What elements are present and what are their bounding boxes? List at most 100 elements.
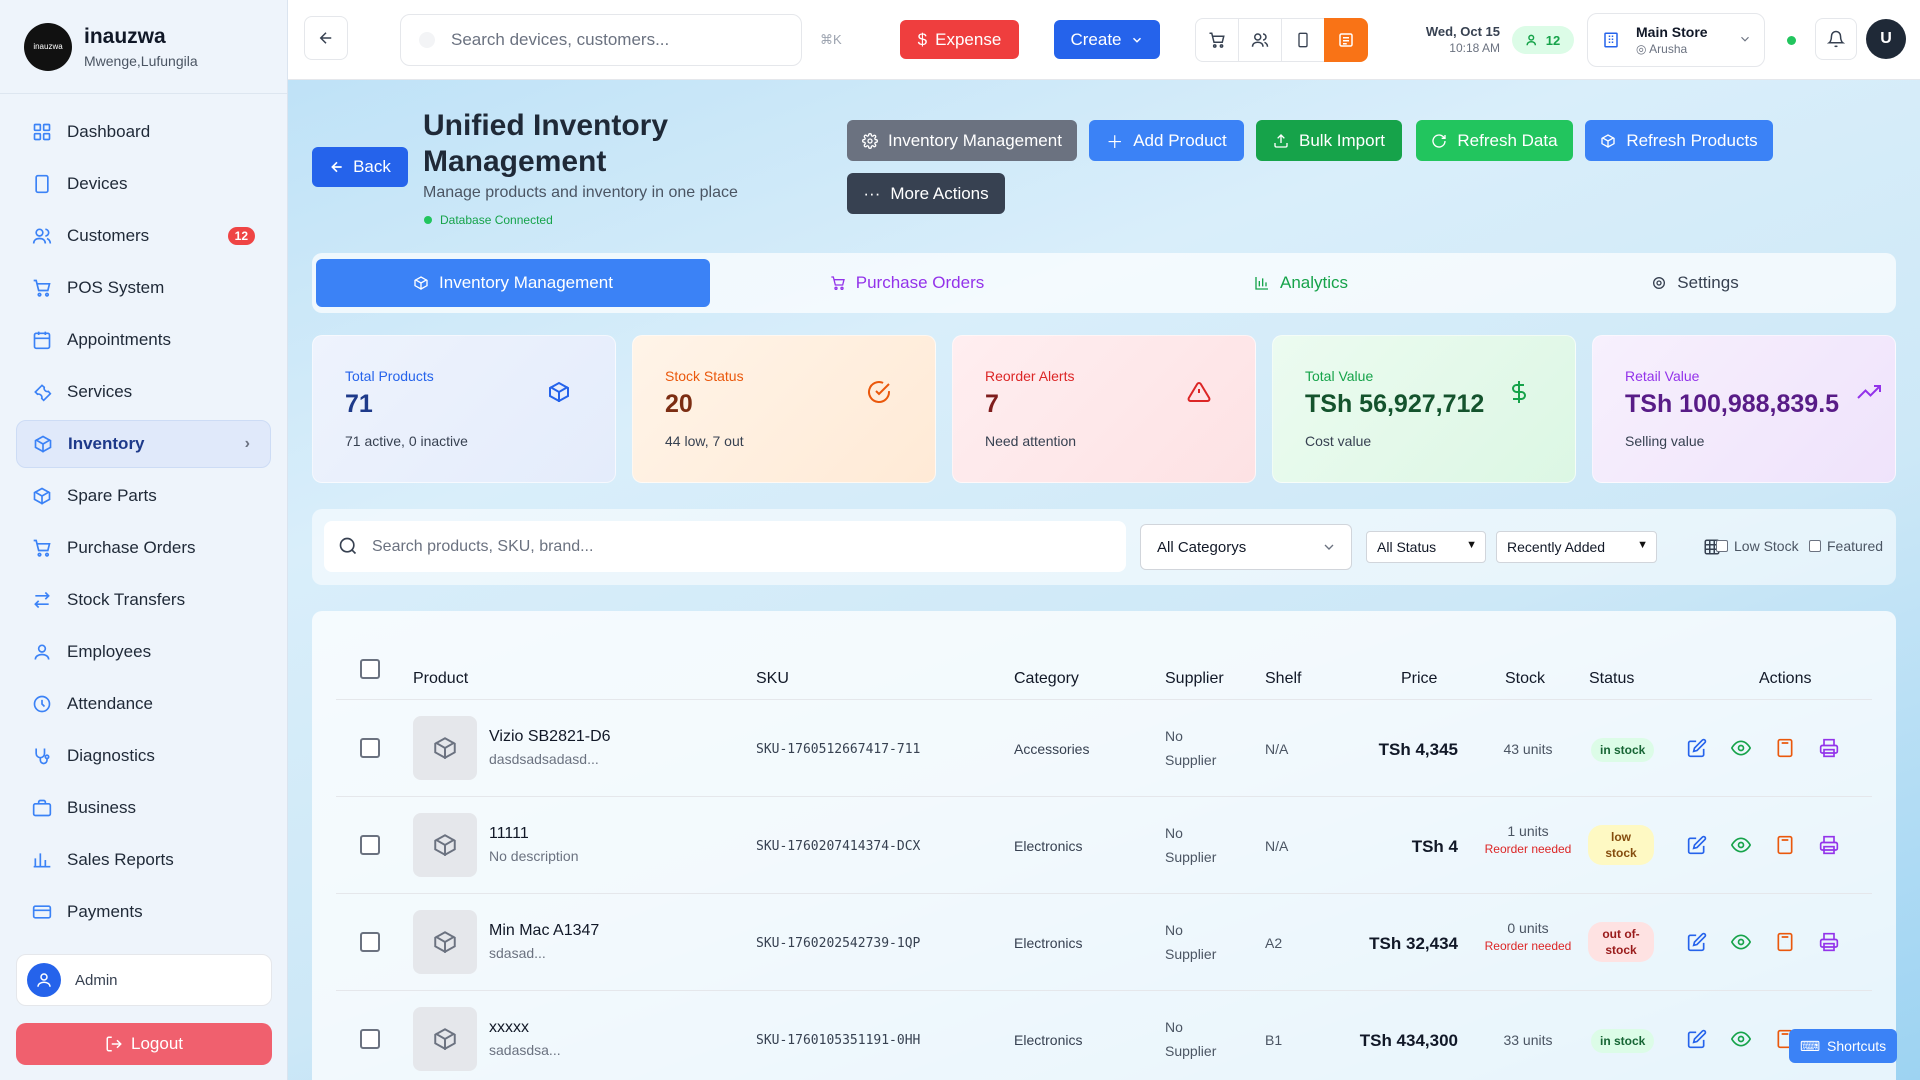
product-name[interactable]: xxxxx (489, 1019, 529, 1037)
stat-retail-value: Retail Value TSh 100,988,839.5 Selling v… (1592, 335, 1896, 483)
tab-settings[interactable]: Settings (1498, 259, 1892, 307)
edit-button[interactable] (1686, 834, 1708, 856)
select-all-checkbox[interactable] (360, 659, 380, 679)
logout-button[interactable]: Logout (16, 1023, 272, 1065)
sidebar-item-inventory[interactable]: Inventory › (16, 420, 271, 468)
sidebar: inauzwa inauzwa Mwenge,Lufungila Dashboa… (0, 0, 288, 1080)
row-checkbox[interactable] (360, 738, 380, 758)
product-name[interactable]: Min Mac A1347 (489, 922, 599, 940)
column-header-stock[interactable]: Stock (1505, 670, 1545, 688)
product-name[interactable]: Vizio SB2821-D6 (489, 728, 611, 746)
calculator-button[interactable] (1774, 931, 1796, 953)
column-header-shelf[interactable]: Shelf (1265, 670, 1301, 688)
view-button[interactable] (1730, 931, 1752, 953)
print-button[interactable] (1818, 737, 1840, 759)
status-select[interactable]: All Status ▼ (1366, 531, 1486, 563)
tab-purchase-orders[interactable]: Purchase Orders (710, 259, 1104, 307)
cart-icon (1209, 32, 1225, 48)
product-thumbnail (413, 813, 477, 877)
tab-analytics[interactable]: Analytics (1104, 259, 1498, 307)
refresh-data-button[interactable]: Refresh Data (1416, 120, 1573, 161)
stat-value: TSh 100,988,839.5 (1625, 390, 1840, 418)
edit-button[interactable] (1686, 1028, 1708, 1050)
product-supplier: No Supplier (1165, 728, 1217, 768)
brand-logo[interactable]: inauzwa (24, 22, 72, 71)
chevron-down-icon: ▼ (1466, 539, 1477, 551)
column-header-category[interactable]: Category (1014, 670, 1079, 688)
back-button[interactable]: Back (312, 147, 408, 187)
more-actions-label: More Actions (890, 183, 989, 203)
table-row[interactable]: 11111 No description SKU-1760207414374-D… (312, 797, 1896, 894)
calculator-button[interactable] (1774, 737, 1796, 759)
more-actions-button[interactable]: ··· More Actions (847, 173, 1005, 214)
column-header-sku[interactable]: SKU (756, 670, 789, 688)
table-row[interactable]: Min Mac A1347 sdasad... SKU-176020254273… (312, 894, 1896, 991)
phone-icon (1298, 32, 1308, 48)
product-name[interactable]: 11111 (489, 825, 529, 843)
cart-button[interactable] (1195, 18, 1239, 62)
featured-checkbox[interactable]: Featured (1809, 538, 1883, 554)
sidebar-item-employees[interactable]: Employees (16, 628, 271, 676)
print-button[interactable] (1818, 834, 1840, 856)
user-card[interactable]: Admin (16, 954, 272, 1006)
back-arrow-button[interactable] (304, 16, 348, 60)
sidebar-item-dashboard[interactable]: Dashboard (16, 108, 271, 156)
online-users-badge[interactable]: 12 (1512, 26, 1574, 54)
view-button[interactable] (1730, 834, 1752, 856)
column-header-status[interactable]: Status (1589, 670, 1634, 688)
user-icon (27, 963, 61, 997)
column-header-supplier[interactable]: Supplier (1165, 670, 1224, 688)
row-checkbox[interactable] (360, 835, 380, 855)
refresh-products-button[interactable]: Refresh Products (1585, 120, 1773, 161)
sidebar-item-pos-system[interactable]: POS System (16, 264, 271, 312)
sidebar-item-diagnostics[interactable]: Diagnostics (16, 732, 271, 780)
sidebar-item-business[interactable]: Business (16, 784, 271, 832)
register-button[interactable] (1324, 18, 1368, 62)
create-button[interactable]: Create (1054, 20, 1160, 59)
view-button[interactable] (1730, 737, 1752, 759)
user-avatar[interactable]: U (1866, 19, 1906, 59)
sidebar-item-stock-transfers[interactable]: Stock Transfers (16, 576, 271, 624)
sidebar-item-customers[interactable]: Customers 12 (16, 212, 271, 260)
notifications-button[interactable] (1815, 18, 1857, 60)
sidebar-item-payments[interactable]: Payments (16, 888, 271, 936)
expense-button[interactable]: $ Expense (900, 20, 1019, 59)
calculator-button[interactable] (1774, 834, 1796, 856)
column-header-price[interactable]: Price (1401, 670, 1437, 688)
row-checkbox[interactable] (360, 932, 380, 952)
shortcuts-button[interactable]: ⌨ Shortcuts (1789, 1029, 1897, 1063)
bulk-import-label: Bulk Import (1299, 130, 1385, 150)
devices-button[interactable] (1281, 18, 1325, 62)
sidebar-item-purchase-orders[interactable]: Purchase Orders (16, 524, 271, 572)
customers-button[interactable] (1238, 18, 1282, 62)
sort-select[interactable]: Recently Added ▼ (1496, 531, 1657, 563)
view-button[interactable] (1730, 1028, 1752, 1050)
sidebar-item-services[interactable]: Services (16, 368, 271, 416)
global-search-input[interactable]: Search devices, customers... (400, 14, 802, 66)
stat-total-value: Total Value TSh 56,927,712 Cost value (1272, 335, 1576, 483)
low-stock-checkbox[interactable]: Low Stock (1716, 538, 1799, 554)
edit-icon (1687, 932, 1707, 952)
add-product-button[interactable]: ＋ Add Product (1089, 120, 1244, 161)
table-row[interactable]: Vizio SB2821-D6 dasdsadsadasd... SKU-176… (312, 700, 1896, 797)
tab-inventory[interactable]: Inventory Management (316, 259, 710, 307)
inventory-management-button[interactable]: Inventory Management (847, 120, 1077, 161)
edit-button[interactable] (1686, 737, 1708, 759)
table-row[interactable]: xxxxx sadasdsa... SKU-1760105351191-0HH … (312, 991, 1896, 1080)
row-checkbox[interactable] (360, 1029, 380, 1049)
print-button[interactable] (1818, 931, 1840, 953)
stock-units: 33 units (1503, 1032, 1553, 1048)
keyboard-icon: ⌨ (1799, 1037, 1821, 1054)
sidebar-item-sales-reports[interactable]: Sales Reports (16, 836, 271, 884)
column-header-product[interactable]: Product (413, 670, 468, 688)
sidebar-item-devices[interactable]: Devices (16, 160, 271, 208)
store-selector[interactable]: Main Store ◎ Arusha (1587, 13, 1765, 67)
product-search-input[interactable]: Search products, SKU, brand... (324, 521, 1126, 572)
sidebar-item-spare-parts[interactable]: Spare Parts (16, 472, 271, 520)
bulk-import-button[interactable]: Bulk Import (1256, 120, 1402, 161)
product-supplier: No Supplier (1165, 825, 1217, 865)
sidebar-item-appointments[interactable]: Appointments (16, 316, 271, 364)
edit-button[interactable] (1686, 931, 1708, 953)
sidebar-item-attendance[interactable]: Attendance (16, 680, 271, 728)
category-select[interactable]: All Categorys (1140, 524, 1352, 570)
